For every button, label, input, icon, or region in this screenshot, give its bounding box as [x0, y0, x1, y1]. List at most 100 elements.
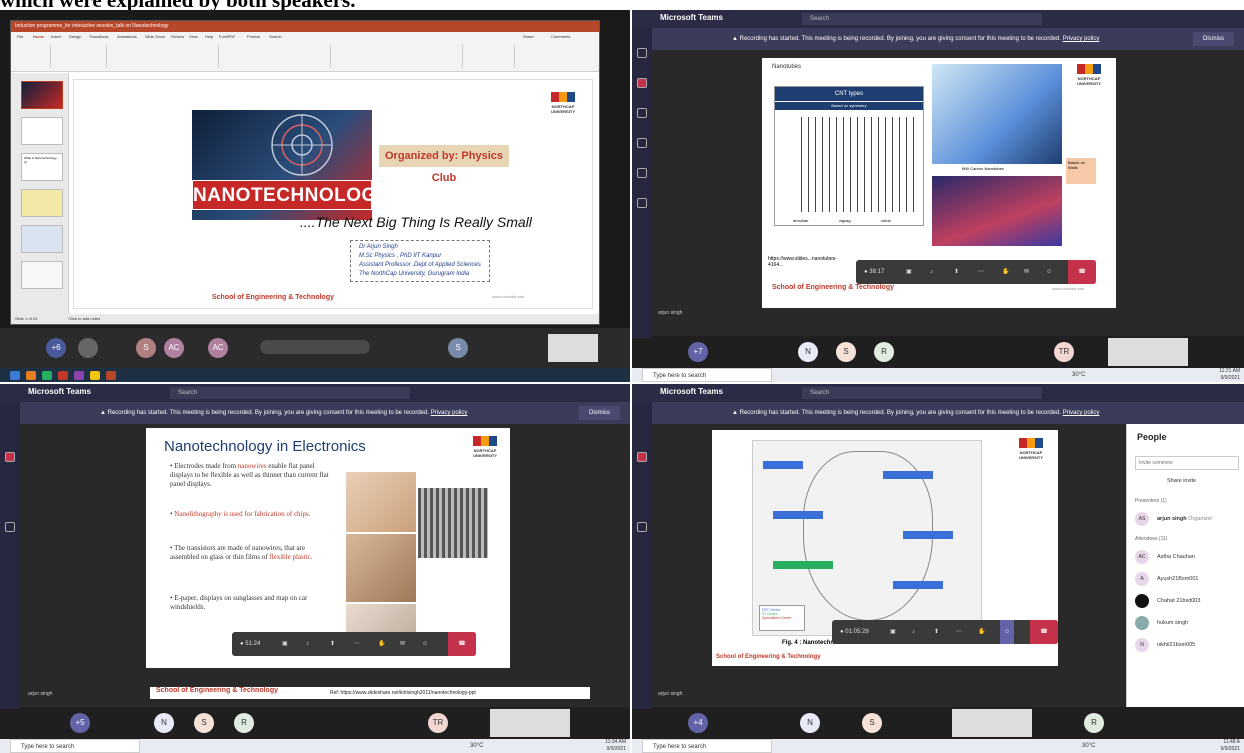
ribbon-tab-view[interactable]: View: [189, 34, 198, 39]
more-icon[interactable]: ⋯: [978, 260, 984, 284]
editing-group[interactable]: [465, 44, 515, 68]
drawing-group[interactable]: [333, 44, 463, 68]
calendar-icon[interactable]: [5, 522, 15, 532]
calendar-icon[interactable]: [637, 168, 647, 178]
calendar-icon[interactable]: [637, 522, 647, 532]
slide-thumbnail[interactable]: [21, 117, 63, 145]
participant-avatar[interactable]: S: [448, 338, 468, 358]
invite-input[interactable]: [1135, 456, 1239, 470]
app-icon[interactable]: [26, 371, 36, 380]
participant-avatar[interactable]: S: [136, 338, 156, 358]
attendees-label[interactable]: Attendees (11): [1135, 536, 1167, 542]
chat-icon[interactable]: [637, 452, 647, 462]
chat-icon[interactable]: ✉: [400, 632, 405, 656]
comments-button[interactable]: Comments: [551, 34, 570, 39]
attendee-item[interactable]: Chahat 21bsd003: [1135, 592, 1200, 610]
more-icon[interactable]: ⋯: [354, 632, 360, 656]
hang-up-button[interactable]: ☎: [1030, 620, 1058, 644]
slide-thumbnail[interactable]: [21, 225, 63, 253]
participants-icon[interactable]: ☺: [1000, 620, 1015, 644]
participant-avatar[interactable]: +7: [688, 342, 708, 362]
ribbon-tab-foxit[interactable]: FoxitPDF: [219, 34, 236, 39]
attendee-item[interactable]: AC Astha Chauhan: [1135, 548, 1195, 566]
slide-thumbnail[interactable]: [21, 261, 63, 289]
share-screen-icon[interactable]: ⬆: [330, 632, 335, 656]
media-controls[interactable]: [260, 340, 370, 354]
start-icon[interactable]: [10, 371, 20, 380]
ribbon-tab-help[interactable]: Help: [205, 34, 213, 39]
windows-search-input[interactable]: Type here to search: [642, 368, 772, 382]
windows-search-input[interactable]: Type here to search: [642, 739, 772, 753]
participants-icon[interactable]: ☺: [1046, 260, 1052, 284]
share-invite-button[interactable]: Share invite: [1167, 478, 1196, 484]
hang-up-button[interactable]: ☎: [448, 632, 476, 656]
participant-avatar[interactable]: R: [874, 342, 894, 362]
dismiss-button[interactable]: Dismiss: [579, 406, 620, 420]
share-screen-icon[interactable]: ⬆: [954, 260, 959, 284]
powerpoint-icon[interactable]: [106, 371, 116, 380]
teams-icon[interactable]: [637, 108, 647, 118]
ribbon-tab-file[interactable]: File: [17, 34, 23, 39]
app-icon[interactable]: [74, 371, 84, 380]
participant-avatar[interactable]: S: [836, 342, 856, 362]
calls-icon[interactable]: [637, 198, 647, 208]
ribbon-tab-animations[interactable]: Animations: [117, 34, 137, 39]
privacy-link[interactable]: Privacy policy: [1063, 36, 1100, 42]
participant-avatar[interactable]: AC: [164, 338, 184, 358]
more-icon[interactable]: ⋯: [956, 620, 962, 644]
attendee-item[interactable]: A Ayush21Bsm001: [1135, 570, 1198, 588]
chat-icon[interactable]: ✉: [1024, 260, 1029, 284]
participant-avatar[interactable]: N: [800, 713, 820, 733]
activity-icon[interactable]: [637, 48, 647, 58]
participant-avatar[interactable]: R: [1084, 713, 1104, 733]
notes-hint[interactable]: Click to add notes: [68, 316, 100, 321]
app-icon[interactable]: [42, 371, 52, 380]
participant-avatar[interactable]: N: [154, 713, 174, 733]
slide-thumbnail[interactable]: [21, 81, 63, 109]
chat-icon[interactable]: [5, 452, 15, 462]
participants-icon[interactable]: ☺: [422, 632, 428, 656]
share-screen-icon[interactable]: ⬆: [934, 620, 939, 644]
participant-avatar[interactable]: TR: [428, 713, 448, 733]
participant-avatar[interactable]: +4: [688, 713, 708, 733]
slide-thumbnail[interactable]: [21, 189, 63, 217]
slide-canvas[interactable]: NANOTECHNOLOGY Organized by: Physics Clu…: [73, 79, 593, 309]
participant-avatar[interactable]: [78, 338, 98, 358]
ribbon-tab-transitions[interactable]: Transitions: [89, 34, 108, 39]
participant-avatar[interactable]: S: [862, 713, 882, 733]
clipboard-group[interactable]: [15, 44, 51, 68]
camera-off-icon[interactable]: ▣: [890, 620, 896, 644]
organizer-item[interactable]: AS arjun singh Organizer: [1135, 510, 1212, 528]
participant-avatar[interactable]: AC: [208, 338, 228, 358]
participant-avatar[interactable]: +6: [46, 338, 66, 358]
raise-hand-icon[interactable]: ✋: [1002, 260, 1009, 284]
ribbon-tab-slideshow[interactable]: Slide Show: [145, 34, 165, 39]
assignments-icon[interactable]: [637, 138, 647, 148]
mic-off-icon[interactable]: ♪: [912, 620, 915, 644]
camera-off-icon[interactable]: ▣: [282, 632, 288, 656]
raise-hand-icon[interactable]: ✋: [378, 632, 385, 656]
participant-avatar[interactable]: N: [798, 342, 818, 362]
app-icon[interactable]: [58, 371, 68, 380]
chat-icon[interactable]: [637, 78, 647, 88]
presenters-label[interactable]: Presenters (1): [1135, 498, 1167, 504]
ribbon-tab-home[interactable]: Home: [33, 34, 44, 39]
ribbon-tab-format[interactable]: Format: [247, 34, 260, 39]
windows-search-input[interactable]: Type here to search: [10, 739, 140, 753]
ribbon-tab-design[interactable]: Design: [69, 34, 81, 39]
ppt-ribbon[interactable]: File Home Insert Design Transitions Anim…: [11, 32, 599, 72]
ribbon-tab-review[interactable]: Review: [171, 34, 184, 39]
participant-avatar[interactable]: +5: [70, 713, 90, 733]
ribbon-tab-insert[interactable]: Insert: [51, 34, 61, 39]
participant-avatar[interactable]: TR: [1054, 342, 1074, 362]
slide-thumbnail[interactable]: What is Nanotechnology...(t): [21, 153, 63, 181]
attendee-item[interactable]: hukum singh: [1135, 614, 1188, 632]
participant-avatar[interactable]: S: [194, 713, 214, 733]
raise-hand-icon[interactable]: ✋: [978, 620, 985, 644]
privacy-link[interactable]: Privacy policy: [1063, 410, 1100, 416]
dismiss-button[interactable]: Dismiss: [1193, 32, 1234, 46]
font-group[interactable]: [109, 44, 219, 68]
participant-avatar[interactable]: R: [234, 713, 254, 733]
hang-up-button[interactable]: ☎: [1068, 260, 1096, 284]
search-input[interactable]: Search: [170, 387, 410, 399]
